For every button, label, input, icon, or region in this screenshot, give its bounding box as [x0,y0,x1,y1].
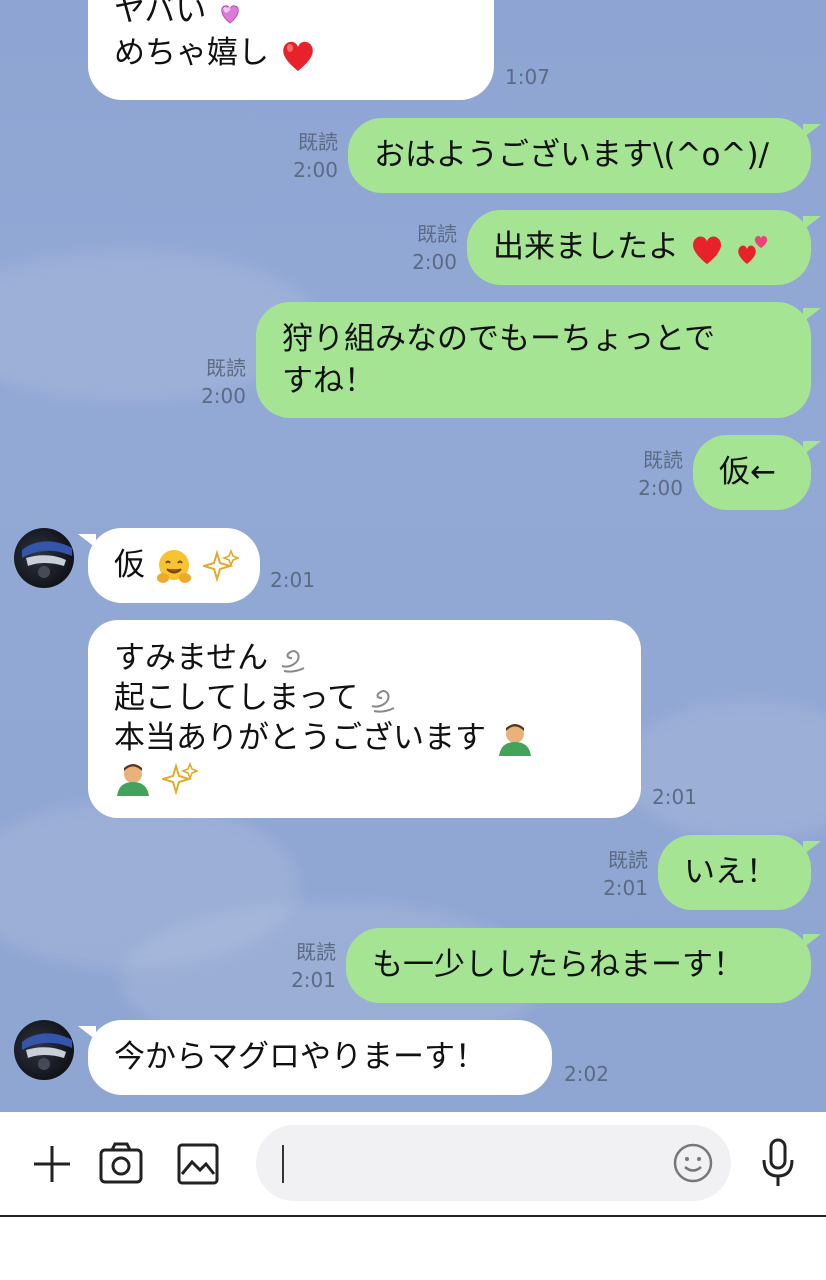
revolving-hearts-icon [221,4,240,24]
message-text: ヤバい [114,0,207,29]
camera-icon[interactable] [98,1140,144,1186]
avatar-image [22,541,72,578]
message-input[interactable] [256,1125,731,1201]
message-text: 出来ましたよ [493,229,679,265]
read-status: 既読 2:00 [391,220,457,276]
sparkles-icon [161,761,198,795]
message-text: おはようございます\(^o^)/ [374,137,769,173]
read-status: 既読 2:00 [180,354,246,410]
timestamp: 2:01 [652,785,697,809]
divider [0,1215,826,1217]
message-text: 今からマグロやりまーす！ [114,1039,486,1075]
read-label: 既読 [417,222,457,246]
read-label: 既読 [296,940,336,964]
message-text: 狩り組みなのでもーちょっとで [282,321,716,357]
message-text: 仮 [114,547,145,583]
timestamp: 2:01 [603,876,648,900]
plus-icon[interactable] [32,1144,72,1184]
chat-area[interactable]: ヤバい めちゃ嬉し 1:07 おはようございます\(^o^)/ 既読 2:00 … [0,0,826,1112]
read-status: 既読 2:01 [270,938,336,994]
read-label: 既読 [643,448,683,472]
message-text: すね！ [282,363,375,399]
read-status: 既読 2:01 [582,846,648,902]
message-text: すみません [114,640,269,676]
timestamp: 2:01 [291,968,336,992]
message-text: も一少ししたらねまーす！ [372,947,744,983]
red-heart-icon [283,41,313,71]
read-status: 既読 2:00 [272,128,338,184]
person-bowing-icon [498,723,531,756]
timestamp: 2:00 [293,158,338,182]
message-bubble-incoming[interactable]: ヤバい めちゃ嬉し [88,0,494,100]
message-text: めちゃ嬉し [114,35,269,71]
timestamp: 2:00 [638,476,683,500]
message-bubble-outgoing[interactable]: 仮← [693,435,821,510]
two-hearts-icon [737,235,767,264]
message-bubble-outgoing[interactable]: も一少ししたらねまーす！ [346,928,821,1003]
read-status: 既読 2:00 [617,446,683,502]
timestamp: 2:00 [201,384,246,408]
timestamp: 2:02 [564,1062,609,1086]
avatar-image [22,1033,72,1070]
message-text: いえ！ [684,854,777,890]
person-bowing-icon [117,763,149,796]
read-label: 既読 [298,130,338,154]
message-text: 本当ありがとうございます [114,720,486,756]
read-label: 既読 [206,356,246,380]
message-bubble-incoming[interactable]: 今からマグロやりまーす！ [78,1020,552,1095]
message-input-bar [0,1112,826,1216]
microphone-icon[interactable] [758,1138,798,1188]
emoji-icon[interactable] [672,1142,714,1184]
message-bubble-outgoing[interactable]: おはようございます\(^o^)/ [348,118,821,193]
timestamp: 2:00 [412,250,457,274]
read-label: 既読 [608,848,648,872]
message-bubble-incoming[interactable]: 仮 [78,528,260,603]
timestamp: 1:07 [505,65,550,89]
text-caret [282,1145,284,1183]
message-bubble-incoming[interactable]: すみません 起こしてしまって 本当ありがとうございます [88,620,641,818]
message-bubble-outgoing[interactable]: いえ！ [658,835,821,910]
image-icon[interactable] [176,1142,220,1186]
hugging-face-icon [156,549,191,583]
background-cloud [620,700,826,840]
message-text: 起こしてしまって [114,680,359,716]
contact-avatar[interactable] [14,1020,74,1080]
message-bubble-outgoing[interactable]: 狩り組みなのでもーちょっとで すね！ [256,302,821,418]
sparkles-icon [202,548,239,582]
message-text: 仮← [719,454,776,490]
dash-icon [371,689,395,713]
message-bubble-outgoing[interactable]: 出来ましたよ [467,210,821,285]
timestamp: 2:01 [270,568,315,592]
dash-icon [281,649,305,673]
contact-avatar[interactable] [14,528,74,588]
red-heart-icon [692,236,721,264]
